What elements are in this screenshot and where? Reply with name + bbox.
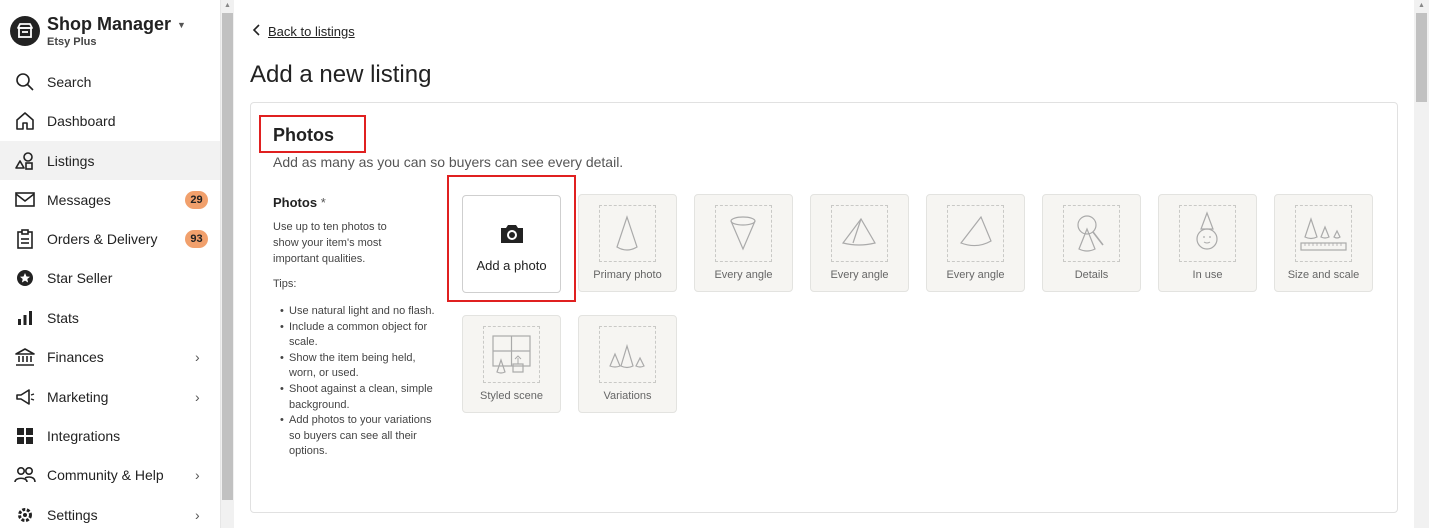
sidebar-item-label: Dashboard	[47, 112, 116, 129]
window-scene-icon	[492, 335, 531, 374]
scroll-up-arrow-icon[interactable]: ▲	[1418, 2, 1425, 9]
people-icon	[14, 464, 36, 486]
slot-label: Every angle	[714, 269, 773, 281]
sidebar-item-label: Orders & Delivery	[47, 230, 158, 247]
slot-label: Styled scene	[480, 390, 543, 402]
back-to-listings-link[interactable]: Back to listings	[252, 24, 355, 39]
tip-item: Show the item being held, worn, or used.	[280, 351, 439, 382]
sidebar-item-listings[interactable]: Listings	[0, 141, 220, 180]
tip-item: Include a common object for scale.	[280, 320, 439, 351]
brand-title: Shop Manager	[47, 14, 172, 34]
messages-count-badge: 29	[185, 190, 208, 209]
photos-field-label-text: Photos	[273, 195, 318, 210]
cone-variations-icon	[609, 343, 645, 369]
photo-slot-details[interactable]: Details	[1042, 194, 1141, 292]
cone-top-view-icon	[730, 216, 756, 251]
sidebar-item-community-help[interactable]: Community & Help ›	[0, 455, 220, 494]
sidebar-item-label: Marketing	[47, 388, 109, 405]
megaphone-icon	[14, 386, 36, 408]
back-link-label: Back to listings	[268, 24, 355, 39]
tip-item: Shoot against a clean, simple background…	[280, 382, 439, 413]
gear-icon	[14, 504, 36, 526]
highlight-box-add-photo	[447, 175, 576, 302]
sidebar-item-finances[interactable]: Finances ›	[0, 337, 220, 376]
sidebar-scrollbar-thumb[interactable]	[222, 13, 233, 500]
shop-logo-icon	[10, 16, 40, 46]
sidebar-item-search[interactable]: Search	[0, 62, 220, 101]
slot-label: In use	[1192, 269, 1223, 281]
brand-subtitle: Etsy Plus	[47, 36, 97, 48]
sidebar-item-label: Messages	[47, 191, 111, 208]
sidebar-item-label: Listings	[47, 152, 95, 169]
sidebar-item-label: Integrations	[47, 427, 121, 444]
section-description: Add as many as you can so buyers can see…	[273, 154, 624, 170]
slot-label: Details	[1074, 269, 1109, 281]
search-icon	[14, 71, 36, 93]
star-seller-icon	[14, 267, 36, 289]
photo-slot-every-angle-2[interactable]: Every angle	[810, 194, 909, 292]
chevron-left-icon	[252, 24, 260, 39]
grid-icon	[14, 425, 36, 447]
required-marker: *	[320, 195, 326, 210]
orders-count-badge: 93	[185, 229, 208, 248]
cone-icon	[616, 215, 638, 251]
sidebar-item-integrations[interactable]: Integrations	[0, 416, 220, 455]
cone-side-view-icon	[841, 217, 876, 246]
sidebar-item-marketing[interactable]: Marketing ›	[0, 377, 220, 416]
ruler-cones-icon	[1300, 217, 1347, 251]
highlight-box-photos-title	[259, 115, 366, 153]
tip-item: Use natural light and no flash.	[280, 304, 439, 320]
sidebar-item-orders[interactable]: Orders & Delivery 93	[0, 219, 220, 258]
page-title: Add a new listing	[250, 61, 432, 88]
slot-label: Every angle	[946, 269, 1005, 281]
sidebar-item-label: Settings	[47, 506, 98, 523]
tips-label: Tips:	[273, 278, 297, 290]
sidebar-item-star-seller[interactable]: Star Seller	[0, 258, 220, 297]
sidebar-item-messages[interactable]: Messages 29	[0, 180, 220, 219]
photo-slot-variations[interactable]: Variations	[578, 315, 677, 413]
shop-manager-brand[interactable]: Shop Manager ▼ Etsy Plus	[10, 14, 186, 48]
page-scrollbar-thumb[interactable]	[1416, 13, 1427, 102]
sidebar-item-settings[interactable]: Settings ›	[0, 495, 220, 528]
tip-item: Add photos to your variations so buyers …	[280, 413, 439, 460]
chevron-right-icon: ›	[195, 506, 200, 523]
tips-list: Use natural light and no flash. Include …	[280, 304, 439, 460]
chevron-right-icon: ›	[195, 388, 200, 405]
bank-icon	[14, 346, 36, 368]
sidebar: Shop Manager ▼ Etsy Plus Search Dashboard…	[0, 0, 221, 528]
caret-down-icon: ▼	[177, 19, 186, 30]
bar-chart-icon	[14, 307, 36, 329]
photo-slot-size-scale[interactable]: Size and scale	[1274, 194, 1373, 292]
sidebar-item-label: Stats	[47, 309, 79, 326]
slot-label: Every angle	[830, 269, 889, 281]
slot-label: Primary photo	[593, 269, 662, 281]
party-hat-icon	[1196, 211, 1218, 250]
magnifier-icon	[1077, 215, 1104, 252]
photo-slot-every-angle-3[interactable]: Every angle	[926, 194, 1025, 292]
sidebar-item-label: Community & Help	[47, 466, 164, 483]
photo-slot-primary[interactable]: Primary photo	[578, 194, 677, 292]
sidebar-item-label: Star Seller	[47, 269, 113, 286]
sidebar-item-label: Search	[47, 73, 92, 90]
sidebar-item-label: Finances	[47, 348, 104, 365]
slot-label: Variations	[603, 390, 652, 402]
mail-icon	[14, 189, 36, 211]
cone-tilted-icon	[960, 215, 992, 247]
chevron-right-icon: ›	[195, 466, 200, 483]
photo-slot-in-use[interactable]: In use	[1158, 194, 1257, 292]
listings-icon	[14, 150, 36, 172]
photos-field-label: Photos *	[273, 195, 326, 210]
slot-label: Size and scale	[1287, 269, 1360, 281]
chevron-right-icon: ›	[195, 348, 200, 365]
scroll-up-arrow-icon[interactable]: ▲	[224, 2, 231, 9]
sidebar-item-dashboard[interactable]: Dashboard	[0, 101, 220, 140]
photos-field-help: Use up to ten photos to show your item's…	[273, 221, 387, 265]
home-icon	[14, 110, 36, 132]
photo-slot-every-angle-1[interactable]: Every angle	[694, 194, 793, 292]
sidebar-item-stats[interactable]: Stats	[0, 298, 220, 337]
photo-slot-styled-scene[interactable]: Styled scene	[462, 315, 561, 413]
clipboard-icon	[14, 228, 36, 250]
